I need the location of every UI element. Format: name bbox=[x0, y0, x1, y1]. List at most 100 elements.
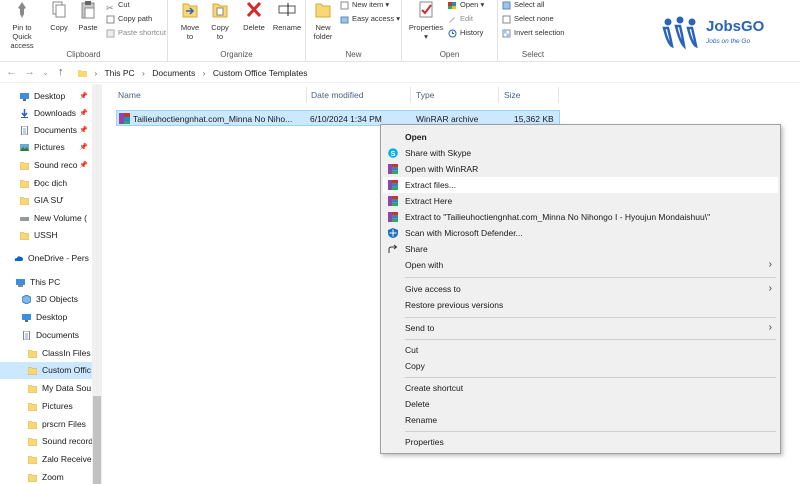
menu-extract-files-label: Extract files... bbox=[405, 180, 457, 190]
menu-create-shortcut-label: Create shortcut bbox=[405, 383, 464, 393]
menu-scan-defender[interactable]: Scan with Microsoft Defender... bbox=[383, 225, 778, 241]
paste-icon bbox=[81, 1, 95, 19]
select-group-label: Select bbox=[521, 50, 545, 59]
context-menu: Open S Share with Skype Open with WinRAR… bbox=[380, 124, 781, 454]
menu-copy[interactable]: Copy bbox=[383, 358, 778, 374]
sidebar-item-pictures[interactable]: Pictures 📌 bbox=[0, 139, 92, 156]
column-header-name[interactable]: Name bbox=[118, 90, 141, 100]
sidebar-item-ussh[interactable]: USSH bbox=[0, 227, 92, 244]
paste-button[interactable]: Paste bbox=[74, 0, 102, 32]
sidebar-item-label: ClassIn Files bbox=[42, 348, 91, 358]
menu-give-access[interactable]: Give access to › bbox=[383, 281, 778, 297]
navigation-scrollbar[interactable] bbox=[92, 84, 102, 484]
new-folder-button[interactable]: New folder bbox=[308, 0, 338, 41]
forward-arrow-icon[interactable]: → bbox=[24, 66, 35, 78]
edit-button[interactable]: Edit bbox=[448, 12, 473, 26]
submenu-chevron-icon: › bbox=[768, 322, 772, 333]
column-header-date[interactable]: Date modified bbox=[311, 90, 363, 100]
menu-share-skype[interactable]: S Share with Skype bbox=[383, 145, 778, 161]
menu-delete[interactable]: Delete bbox=[383, 396, 778, 412]
sidebar-item-sound-reco[interactable]: Sound reco 📌 bbox=[0, 157, 92, 174]
breadcrumb-separator-icon: › bbox=[94, 68, 98, 78]
menu-open-winrar[interactable]: Open with WinRAR bbox=[383, 161, 778, 177]
column-header-type[interactable]: Type bbox=[416, 90, 434, 100]
cut-button[interactable]: ✂ Cut bbox=[106, 0, 130, 13]
breadcrumb[interactable]: › This PC › Documents › Custom Office Te… bbox=[78, 68, 308, 78]
column-header-size[interactable]: Size bbox=[504, 90, 521, 100]
menu-share[interactable]: Share bbox=[383, 241, 778, 257]
menu-rename[interactable]: Rename bbox=[383, 412, 778, 428]
folder-breadcrumb-icon bbox=[78, 70, 87, 77]
breadcrumb-this-pc[interactable]: This PC bbox=[104, 68, 134, 78]
back-arrow-icon[interactable]: ← bbox=[6, 66, 17, 78]
copy-button[interactable]: Copy bbox=[46, 0, 72, 32]
sidebar-item-documents[interactable]: Documents bbox=[0, 327, 92, 344]
recent-locations-chevron-icon[interactable]: ⌄ bbox=[42, 68, 49, 77]
sidebar-item-prscrn-files[interactable]: prscrn Files bbox=[0, 416, 92, 433]
pictures-icon bbox=[20, 144, 29, 151]
rename-button[interactable]: Rename bbox=[270, 0, 304, 32]
breadcrumb-documents[interactable]: Documents bbox=[152, 68, 195, 78]
paste-shortcut-button[interactable]: Paste shortcut bbox=[106, 26, 166, 40]
sidebar-item-documents[interactable]: Documents 📌 bbox=[0, 122, 92, 139]
menu-separator bbox=[405, 317, 776, 318]
menu-cut[interactable]: Cut bbox=[383, 342, 778, 358]
copy-path-button[interactable]: Copy path bbox=[106, 12, 152, 26]
sidebar-item-classin-files[interactable]: ClassIn Files bbox=[0, 345, 92, 362]
navigation-scroll-thumb[interactable] bbox=[93, 396, 101, 484]
menu-extract-to[interactable]: Extract to "Tailieuhoctiengnhat.com_Minn… bbox=[383, 209, 778, 225]
sidebar-item-desktop[interactable]: Desktop 📌 bbox=[0, 88, 92, 105]
move-to-button[interactable]: Move to bbox=[176, 0, 204, 41]
pin-quick-access-button[interactable]: Pin to Quick access bbox=[0, 0, 44, 50]
move-to-icon bbox=[182, 3, 198, 18]
sidebar-item-pictures[interactable]: Pictures bbox=[0, 398, 92, 415]
menu-open-with[interactable]: Open with › bbox=[383, 257, 778, 273]
rename-icon bbox=[278, 3, 296, 16]
delete-button[interactable]: Delete bbox=[240, 0, 268, 32]
up-arrow-icon[interactable]: ↑ bbox=[58, 66, 64, 78]
sidebar-item-3d-objects[interactable]: 3D Objects bbox=[0, 291, 92, 308]
column-divider[interactable] bbox=[498, 87, 499, 103]
desktop-icon bbox=[20, 93, 29, 101]
easy-access-button[interactable]: Easy access ▾ bbox=[340, 12, 400, 26]
paste-label: Paste bbox=[78, 23, 98, 32]
sidebar-item-zoom[interactable]: Zoom bbox=[0, 469, 92, 484]
history-button[interactable]: History bbox=[448, 26, 483, 40]
select-all-button[interactable]: Select all bbox=[502, 0, 544, 12]
menu-extract-files[interactable]: Extract files... bbox=[383, 177, 778, 193]
menu-open[interactable]: Open bbox=[383, 129, 778, 145]
menu-create-shortcut[interactable]: Create shortcut bbox=[383, 380, 778, 396]
sidebar-item-new-volume[interactable]: New Volume ( bbox=[0, 210, 92, 227]
sidebar-item-custom-offic[interactable]: Custom Offic bbox=[0, 362, 92, 379]
menu-send-to[interactable]: Send to › bbox=[383, 320, 778, 336]
column-divider[interactable] bbox=[410, 87, 411, 103]
documents-icon bbox=[21, 126, 28, 135]
menu-separator bbox=[405, 277, 776, 278]
sidebar-item-c-d-ch[interactable]: Đọc dịch bbox=[0, 175, 92, 192]
menu-extract-here[interactable]: Extract Here bbox=[383, 193, 778, 209]
sidebar-item-onedrive-pers[interactable]: OneDrive - Pers bbox=[0, 250, 92, 267]
sidebar-item-downloads[interactable]: Downloads 📌 bbox=[0, 105, 92, 122]
column-divider[interactable] bbox=[306, 87, 307, 103]
sidebar-item-sound-record[interactable]: Sound record bbox=[0, 433, 92, 450]
invert-selection-button[interactable]: Invert selection bbox=[502, 26, 564, 40]
logo-name: JobsGO bbox=[706, 18, 765, 35]
copy-to-button[interactable]: Copy to bbox=[206, 0, 234, 41]
menu-restore-versions[interactable]: Restore previous versions bbox=[383, 297, 778, 313]
sidebar-item-this-pc[interactable]: This PC bbox=[0, 274, 92, 291]
open-ribbon-button[interactable]: Open ▾ bbox=[448, 0, 484, 12]
sidebar-item-label: Zoom bbox=[42, 472, 64, 482]
properties-button[interactable]: Properties ▾ bbox=[406, 0, 446, 41]
sidebar-item-zalo-receive[interactable]: Zalo Receive bbox=[0, 451, 92, 468]
select-none-button[interactable]: Select none bbox=[502, 12, 554, 26]
menu-open-with-label: Open with bbox=[405, 260, 444, 270]
sidebar-item-gia-s[interactable]: GIA SƯ bbox=[0, 192, 92, 209]
menu-properties[interactable]: Properties bbox=[383, 434, 778, 450]
column-divider[interactable] bbox=[558, 87, 559, 103]
sidebar-item-desktop[interactable]: Desktop bbox=[0, 309, 92, 326]
properties-dropdown-icon: ▾ bbox=[424, 32, 428, 41]
new-item-button[interactable]: New item ▾ bbox=[340, 0, 389, 12]
sidebar-item-my-data-sou[interactable]: My Data Sou bbox=[0, 380, 92, 397]
breadcrumb-custom-office-templates[interactable]: Custom Office Templates bbox=[213, 68, 308, 78]
download-icon bbox=[21, 109, 28, 118]
